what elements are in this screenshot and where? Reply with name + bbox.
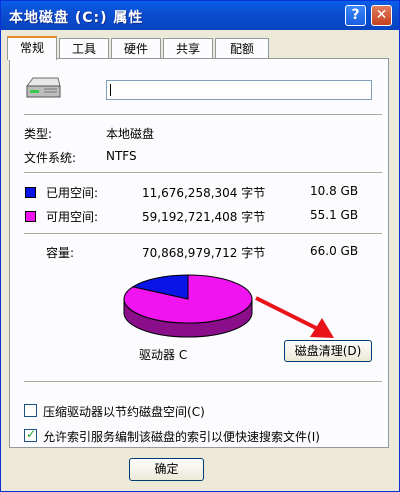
type-value: 本地磁盘 [106,127,155,141]
disk-cleanup-button[interactable]: 磁盘清理(D) [284,340,372,362]
tab-tools[interactable]: 工具 [59,38,109,58]
disk-cleanup-accel: (D) [342,344,362,358]
filesystem-value: NTFS [106,149,137,163]
capacity-size: 66.0 GB [310,244,359,258]
index-accel: (I) [307,430,320,444]
index-checkbox[interactable]: ✓ [24,427,37,442]
text-caret [110,84,111,96]
title-bar[interactable]: 本地磁盘 (C:) 属性 ? ✕ [1,1,399,30]
compress-checkbox[interactable] [24,404,37,417]
tab-sharing[interactable]: 共享 [163,38,213,58]
compress-text: 压缩驱动器以节约磁盘空间 [43,405,188,419]
free-space-swatch [25,211,36,222]
used-space-label: 已用空间: [46,186,99,200]
drive-name-input[interactable] [106,80,372,100]
used-space-size: 10.8 GB [310,184,359,198]
properties-window: 本地磁盘 (C:) 属性 ? ✕ 常规 工具 硬件 共享 配额 类型: 本地磁盘… [0,0,400,492]
tab-quota[interactable]: 配额 [215,38,269,58]
separator [24,381,382,383]
tab-hardware[interactable]: 硬件 [111,38,161,58]
disk-usage-pie-chart [123,274,253,338]
separator [24,233,382,235]
close-button[interactable]: ✕ [371,5,392,26]
compress-label[interactable]: 压缩驱动器以节约磁盘空间(C) [43,403,205,420]
used-space-bytes: 11,676,258,304 字节 [142,186,266,200]
arrow-annotation [255,296,334,338]
used-space-swatch [25,187,36,198]
index-label[interactable]: 允许索引服务编制该磁盘的索引以便快速搜索文件(I) [43,428,320,445]
compress-accel: (C) [187,405,205,419]
general-tab-panel: 类型: 本地磁盘 文件系统: NTFS 已用空间: 11,676,258,304… [9,58,389,448]
disk-cleanup-text: 磁盘清理 [294,344,343,358]
filesystem-label: 文件系统: [24,151,77,165]
capacity-bytes: 70,868,979,712 字节 [142,246,266,260]
type-label: 类型: [24,127,53,141]
free-space-size: 55.1 GB [310,208,359,222]
capacity-label: 容量: [46,246,75,260]
tab-general[interactable]: 常规 [7,36,57,60]
separator [24,114,382,116]
free-space-bytes: 59,192,721,408 字节 [142,210,266,224]
index-text: 允许索引服务编制该磁盘的索引以便快速搜索文件 [43,430,308,444]
drive-label: 驱动器 C [139,348,188,362]
checkmark-icon: ✓ [26,427,37,441]
help-button[interactable]: ? [345,5,366,26]
ok-button[interactable]: 确定 [129,458,204,481]
hard-drive-icon [26,77,61,98]
separator [24,172,382,174]
free-space-label: 可用空间: [46,210,99,224]
window-title: 本地磁盘 (C:) 属性 [9,10,144,26]
